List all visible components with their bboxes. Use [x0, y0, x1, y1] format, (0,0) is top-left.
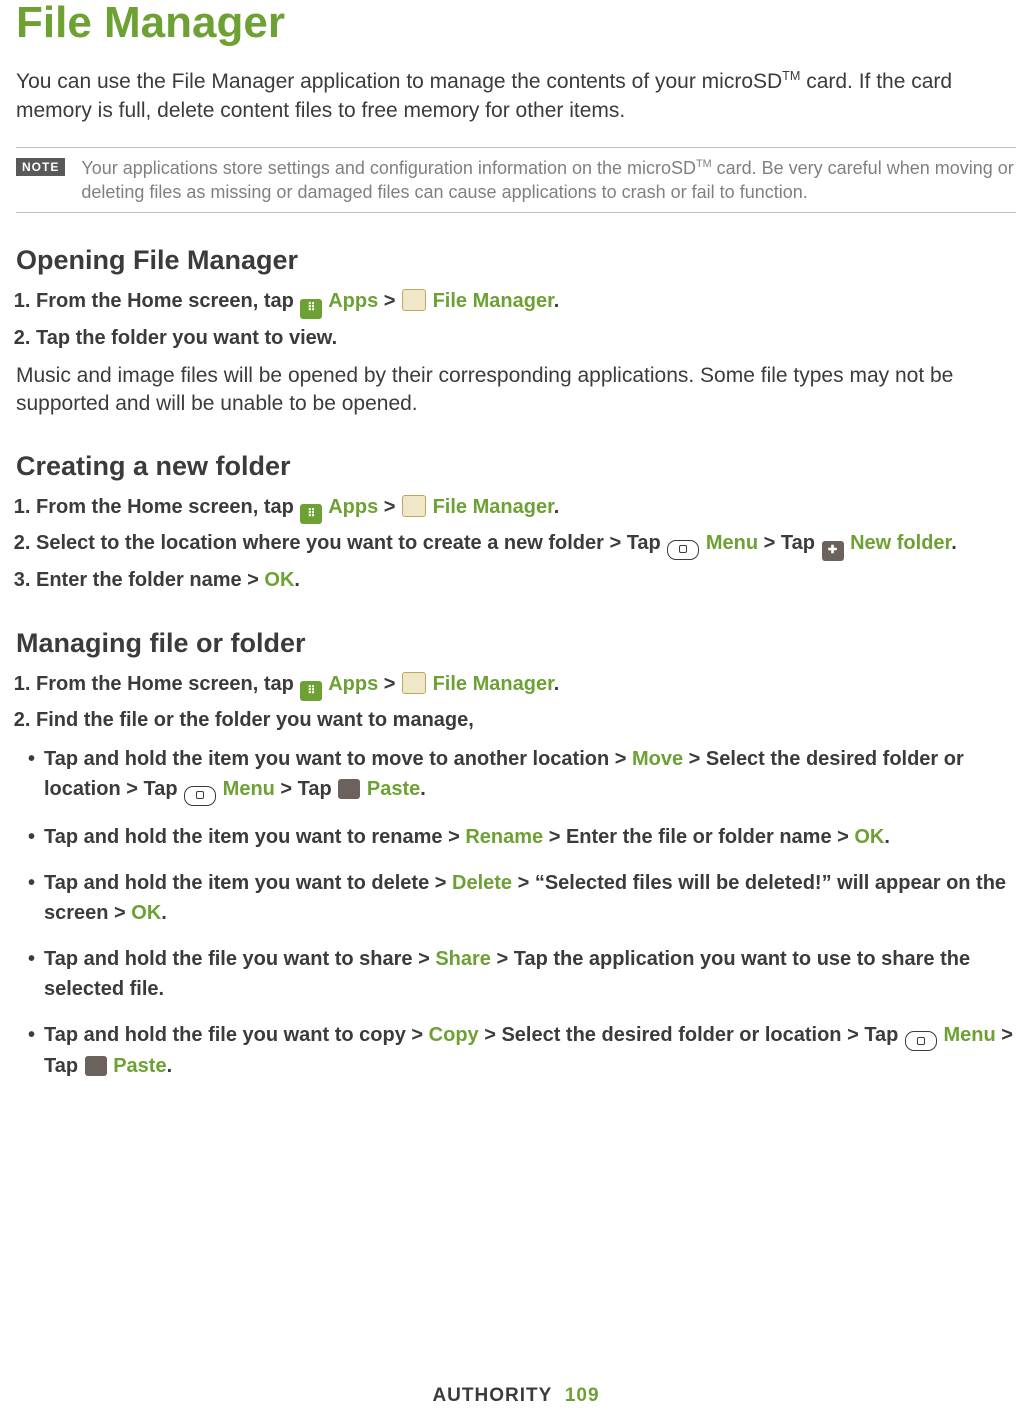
text: Tap and hold the file you want to share … — [44, 948, 435, 970]
dot: . — [884, 826, 890, 848]
manage-bullets: Tap and hold the item you want to move t… — [16, 744, 1016, 1081]
page-footer: AUTHORITY 109 — [0, 1385, 1032, 1407]
text: Tap and hold the file you want to copy > — [44, 1024, 429, 1046]
text: Select to the location where you want to… — [36, 532, 666, 554]
folder-icon — [402, 289, 426, 311]
page-title: File Manager — [16, 0, 1016, 46]
text: Tap and hold the item you want to move t… — [44, 748, 632, 770]
folder-icon — [402, 495, 426, 517]
text: From the Home screen, tap — [36, 290, 299, 312]
step-open-2: Tap the folder you want to view. — [36, 323, 1016, 354]
new-folder-link[interactable]: New folder — [850, 532, 951, 554]
step-create-3: Enter the folder name > OK. — [36, 565, 1016, 596]
steps-managing: From the Home screen, tap ⠿ Apps > File … — [16, 669, 1016, 737]
text: From the Home screen, tap — [36, 673, 299, 695]
menu-button-icon — [184, 786, 216, 806]
tm-mark: TM — [696, 158, 712, 170]
step-create-2: Select to the location where you want to… — [36, 528, 1016, 561]
dot: . — [161, 902, 167, 924]
paste-icon — [338, 779, 360, 799]
steps-opening: From the Home screen, tap ⠿ Apps > File … — [16, 286, 1016, 354]
apps-link[interactable]: Apps — [328, 496, 378, 518]
text: > Tap — [758, 532, 820, 554]
paste-link[interactable]: Paste — [367, 778, 420, 800]
ok-link[interactable]: OK — [854, 826, 884, 848]
separator: > — [378, 290, 401, 312]
delete-link[interactable]: Delete — [452, 872, 512, 894]
text: Tap and hold the item you want to rename… — [44, 826, 465, 848]
paste-icon — [85, 1056, 107, 1076]
note-text-a: Your applications store settings and con… — [81, 158, 696, 178]
note-badge: NOTE — [16, 158, 65, 205]
ok-link[interactable]: OK — [131, 902, 161, 924]
footer-page-number: 109 — [565, 1385, 600, 1406]
apps-link[interactable]: Apps — [328, 673, 378, 695]
text: > Tap — [275, 778, 337, 800]
footer-brand: AUTHORITY — [432, 1385, 552, 1406]
bullet-rename: Tap and hold the item you want to rename… — [44, 822, 1016, 852]
share-link[interactable]: Share — [435, 948, 491, 970]
text: From the Home screen, tap — [36, 496, 299, 518]
bullet-share: Tap and hold the file you want to share … — [44, 944, 1016, 1004]
file-manager-link[interactable]: File Manager — [433, 290, 554, 312]
step-open-1: From the Home screen, tap ⠿ Apps > File … — [36, 286, 1016, 319]
text: Tap and hold the item you want to delete… — [44, 872, 452, 894]
steps-creating: From the Home screen, tap ⠿ Apps > File … — [16, 492, 1016, 596]
separator: > — [378, 673, 401, 695]
apps-link[interactable]: Apps — [328, 290, 378, 312]
intro-text-a: You can use the File Manager application… — [16, 70, 782, 93]
menu-button-icon — [667, 540, 699, 560]
menu-link[interactable]: Menu — [223, 778, 275, 800]
tm-mark: TM — [782, 69, 800, 83]
separator: > — [378, 496, 401, 518]
bullet-delete: Tap and hold the item you want to delete… — [44, 868, 1016, 928]
rename-link[interactable]: Rename — [465, 826, 543, 848]
text: > Select the desired folder or location … — [479, 1024, 904, 1046]
menu-link[interactable]: Menu — [706, 532, 758, 554]
section-heading-opening: Opening File Manager — [16, 245, 1016, 276]
note-box: NOTE Your applications store settings an… — [16, 147, 1016, 214]
open-after-paragraph: Music and image files will be opened by … — [16, 362, 1016, 419]
apps-icon: ⠿ — [300, 299, 322, 319]
move-link[interactable]: Move — [632, 748, 683, 770]
step-create-1: From the Home screen, tap ⠿ Apps > File … — [36, 492, 1016, 525]
folder-icon — [402, 672, 426, 694]
note-badge-label: NOTE — [16, 158, 65, 176]
dot: . — [554, 496, 560, 518]
menu-button-icon — [905, 1031, 937, 1051]
dot: . — [167, 1055, 173, 1077]
apps-icon: ⠿ — [300, 504, 322, 524]
step-manage-1: From the Home screen, tap ⠿ Apps > File … — [36, 669, 1016, 702]
step-manage-2: Find the file or the folder you want to … — [36, 705, 1016, 736]
intro-paragraph: You can use the File Manager application… — [16, 68, 1016, 125]
section-heading-creating: Creating a new folder — [16, 451, 1016, 482]
dot: . — [554, 290, 560, 312]
apps-icon: ⠿ — [300, 681, 322, 701]
note-text: Your applications store settings and con… — [81, 156, 1016, 205]
file-manager-link[interactable]: File Manager — [433, 496, 554, 518]
dot: . — [554, 673, 560, 695]
bullet-move: Tap and hold the item you want to move t… — [44, 744, 1016, 806]
dot: . — [420, 778, 426, 800]
file-manager-link[interactable]: File Manager — [433, 673, 554, 695]
dot: . — [294, 569, 300, 591]
paste-link[interactable]: Paste — [113, 1055, 166, 1077]
bullet-copy: Tap and hold the file you want to copy >… — [44, 1020, 1016, 1082]
new-folder-icon: ✚ — [822, 541, 844, 561]
copy-link[interactable]: Copy — [429, 1024, 479, 1046]
menu-link[interactable]: Menu — [944, 1024, 996, 1046]
text: > Enter the file or folder name > — [543, 826, 854, 848]
text: Enter the folder name > — [36, 569, 264, 591]
ok-link[interactable]: OK — [264, 569, 294, 591]
section-heading-managing: Managing file or folder — [16, 628, 1016, 659]
dot: . — [951, 532, 957, 554]
